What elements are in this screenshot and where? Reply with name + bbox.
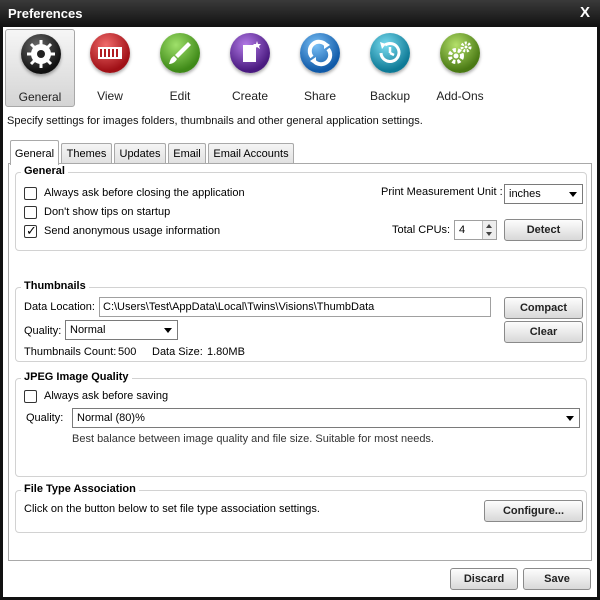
toolbar-item-label: Create [231, 89, 269, 103]
thumbnail-quality-value: Normal [70, 324, 106, 336]
toolbar-item-label: Share [303, 89, 337, 103]
file-type-association-title: File Type Association [21, 483, 139, 495]
window-client-area: General View Edit Create Share Backup Ad… [3, 27, 597, 597]
data-size-value: 1.80MB [207, 346, 245, 358]
detect-button[interactable]: Detect [504, 219, 583, 241]
tab-email[interactable]: Email [168, 143, 206, 164]
jpeg-quality-select[interactable]: Normal (80)% [72, 408, 580, 428]
send-usage-checkbox[interactable]: ✓ [24, 223, 37, 238]
data-location-field[interactable]: C:\Users\Test\AppData\Local\Twins\Vision… [99, 297, 491, 317]
chevron-down-icon [569, 192, 577, 197]
spinner-buttons[interactable] [482, 221, 496, 239]
thumbnails-group: Thumbnails Data Location: C:\Users\Test\… [15, 280, 587, 362]
preferences-window: Preferences X General View Edit Create S… [0, 0, 600, 600]
total-cpus-value: 4 [459, 224, 466, 236]
toolbar-item-label: Backup [369, 89, 411, 103]
data-size-label: Data Size: [152, 346, 203, 358]
toolbar-item-label: Add-Ons [436, 89, 484, 103]
toolbar-edit-button[interactable]: Edit [145, 29, 215, 107]
add-ons-gears-icon [440, 33, 480, 73]
checkmark-icon: ✓ [26, 223, 37, 238]
always-ask-closing-checkbox[interactable] [24, 187, 37, 200]
toolbar-item-label: Edit [169, 89, 191, 103]
chevron-down-icon [164, 328, 172, 333]
always-ask-closing-label: Always ask before closing the applicatio… [44, 187, 245, 199]
share-arrows-icon [300, 33, 340, 73]
save-button[interactable]: Save [523, 568, 591, 590]
page-description: Specify settings for images folders, thu… [7, 115, 423, 127]
toolbar-add-ons-button[interactable]: Add-Ons [425, 29, 495, 107]
always-ask-saving-label: Always ask before saving [44, 390, 169, 402]
file-type-association-text: Click on the button below to set file ty… [24, 503, 320, 515]
jpeg-quality-label: Quality: [26, 412, 64, 424]
tab-general[interactable]: General [10, 140, 59, 165]
thumbnails-group-title: Thumbnails [21, 280, 89, 292]
tab-themes[interactable]: Themes [61, 143, 112, 164]
thumbnails-count-label: Thumbnails Count: [24, 346, 117, 358]
category-toolbar: General View Edit Create Share Backup Ad… [3, 27, 597, 111]
toolbar-create-button[interactable]: Create [215, 29, 285, 107]
backup-clock-icon [370, 33, 410, 73]
toolbar-general-button[interactable]: General [5, 29, 75, 107]
tab-email-accounts[interactable]: Email Accounts [208, 143, 294, 164]
thumbnail-quality-select[interactable]: Normal [65, 320, 178, 340]
chevron-down-icon [566, 416, 574, 421]
jpeg-quality-hint: Best balance between image quality and f… [72, 433, 434, 445]
brush-icon [160, 33, 200, 73]
measurement-unit-label: Print Measurement Unit : [381, 186, 503, 198]
send-usage-label: Send anonymous usage information [44, 225, 221, 237]
thumbnails-count-value: 500 [118, 346, 137, 358]
toolbar-item-label: General [18, 90, 62, 104]
general-tab-panel: General Always ask before closing the ap… [8, 163, 592, 561]
spinner-down-icon[interactable] [486, 232, 492, 236]
new-document-icon [230, 33, 270, 73]
dont-show-tips-label: Don't show tips on startup [44, 206, 171, 218]
filmstrip-icon [90, 33, 130, 73]
window-title: Preferences [8, 6, 83, 21]
total-cpus-spinner[interactable]: 4 [454, 220, 497, 240]
toolbar-share-button[interactable]: Share [285, 29, 355, 107]
measurement-unit-select[interactable]: inches [504, 184, 583, 204]
toolbar-item-label: View [97, 89, 123, 103]
close-icon[interactable]: X [580, 4, 590, 21]
toolbar-view-button[interactable]: View [75, 29, 145, 107]
total-cpus-label: Total CPUs: [392, 224, 451, 236]
spinner-up-icon[interactable] [486, 224, 492, 228]
toolbar-backup-button[interactable]: Backup [355, 29, 425, 107]
title-bar: Preferences X [0, 0, 600, 27]
gear-icon [21, 34, 61, 74]
clear-button[interactable]: Clear [504, 321, 583, 343]
always-ask-saving-checkbox[interactable] [24, 390, 37, 403]
jpeg-quality-group-title: JPEG Image Quality [21, 371, 132, 383]
thumbnail-quality-label: Quality: [24, 325, 62, 337]
jpeg-quality-value: Normal (80)% [77, 412, 145, 424]
file-type-association-group: File Type Association Click on the butto… [15, 483, 587, 533]
discard-button[interactable]: Discard [450, 568, 518, 590]
general-group: General Always ask before closing the ap… [15, 165, 587, 251]
configure-button[interactable]: Configure... [484, 500, 583, 522]
tab-updates[interactable]: Updates [114, 143, 166, 164]
compact-button[interactable]: Compact [504, 297, 583, 319]
jpeg-quality-group: JPEG Image Quality Always ask before sav… [15, 371, 587, 477]
measurement-unit-value: inches [509, 188, 541, 200]
general-group-title: General [21, 165, 68, 177]
data-location-label: Data Location: [24, 301, 95, 313]
dont-show-tips-checkbox[interactable] [24, 206, 37, 219]
